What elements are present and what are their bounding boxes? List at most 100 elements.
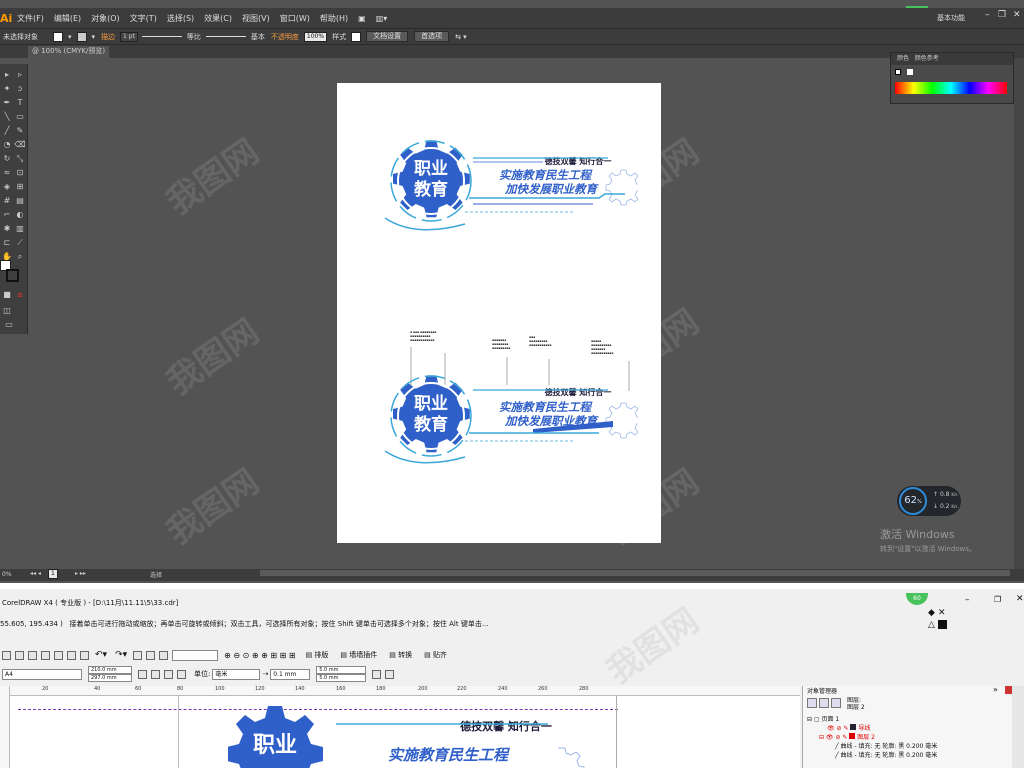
perspective-grid-icon[interactable]: ⊞ [14, 182, 26, 192]
outline-color-icon[interactable] [938, 620, 947, 629]
opacity-label[interactable]: 不透明度 [268, 32, 302, 42]
current-page-icon[interactable] [177, 669, 186, 679]
snap-button[interactable]: ▤ 贴齐 [424, 650, 447, 660]
menu-object[interactable]: 对象(O) [86, 13, 125, 24]
color-spectrum[interactable] [895, 82, 1007, 94]
basic-label[interactable]: 基本 [248, 32, 268, 42]
landscape-icon[interactable] [151, 669, 160, 679]
rotate-tool-icon[interactable]: ↻ [1, 154, 13, 164]
menu-view[interactable]: 视图(V) [237, 13, 275, 24]
print-icon[interactable] [41, 650, 50, 660]
page-nav-icon[interactable]: ◂◂ ◂ [30, 570, 41, 577]
minimize-icon[interactable]: – [985, 10, 990, 20]
stroke-label[interactable]: 描边 [98, 32, 118, 42]
warp-tool-icon[interactable]: ≈ [1, 168, 13, 178]
tab-color-guide[interactable]: 颜色参考 [915, 55, 939, 62]
performance-widget[interactable]: 62% ↑ 0.8 K/s ↓ 0.2 K/s [897, 486, 961, 516]
draw-mode-icon[interactable]: ◫ [1, 306, 13, 316]
more-options-icon[interactable]: ⇆ ▾ [452, 33, 470, 41]
eraser-icon[interactable]: ⌫ [14, 140, 26, 150]
save-icon[interactable] [28, 650, 37, 660]
artboard[interactable]: 职业 教育 德技双馨 知行合一 实施教育民生工程 加快发展职业教育 ▪ ▪▪▪ … [337, 83, 661, 543]
mesh-tool-icon[interactable]: # [1, 196, 13, 206]
import-icon[interactable] [133, 650, 143, 660]
stroke-swatch[interactable] [76, 31, 87, 42]
stroke-indicator-icon[interactable] [907, 69, 913, 75]
all-pages-icon[interactable] [164, 669, 173, 679]
logo-graphic-bottom[interactable]: 职业 教育 德技双馨 知行合一 实施教育民生工程 加快发展职业教育 [373, 371, 638, 471]
paste-icon[interactable] [80, 650, 89, 660]
type-tool-icon[interactable]: T [14, 98, 26, 108]
no-fill-icon[interactable]: ✕ [938, 608, 946, 618]
wall-plugin-button[interactable]: ▤ 墙墙插件 [340, 650, 377, 660]
vertical-ruler[interactable] [0, 686, 10, 768]
logo-graphic-top[interactable]: 职业 教育 德技双馨 知行合一 实施教育民生工程 加快发展职业教育 [373, 136, 638, 236]
logo-graphic-corel[interactable]: 职业 德技双馨 知行合一 实施教育民生工程 [228, 702, 588, 768]
blob-brush-icon[interactable]: ◔ [1, 140, 13, 150]
menu-type[interactable]: 文字(T) [125, 13, 162, 24]
layer-2-node[interactable]: ⊟ 👁 ⊘ ✎ 图层 2 [819, 732, 875, 741]
scale-tool-icon[interactable]: ⤡ [14, 154, 26, 164]
lasso-icon[interactable]: ↄ [14, 84, 26, 94]
eyedropper-icon[interactable]: ⌐ [1, 210, 13, 220]
outline-pen-icon[interactable]: △ [928, 620, 935, 630]
free-transform-icon[interactable]: ⊡ [14, 168, 26, 178]
restore-icon[interactable]: ❐ [994, 595, 1001, 604]
undo-icon[interactable]: ↶▾ [95, 650, 107, 660]
magic-wand-icon[interactable]: ✦ [1, 84, 13, 94]
duplicate-y-input[interactable]: 5.0 mm [316, 674, 367, 682]
document-tab[interactable]: @ 100% (CMYK/预览) [28, 46, 110, 58]
page-width-input[interactable]: 210.0 mm [88, 666, 132, 674]
selection-tool-icon[interactable]: ▸ [1, 70, 13, 80]
menu-file[interactable]: 文件(F) [12, 13, 49, 24]
cut-icon[interactable] [54, 650, 63, 660]
units-dropdown[interactable]: 毫米 [212, 668, 261, 680]
rectangle-tool-icon[interactable]: ▭ [14, 112, 26, 122]
restore-icon[interactable]: ❐ [998, 10, 1006, 20]
brush-definition[interactable] [205, 36, 246, 37]
menu-edit[interactable]: 编辑(E) [49, 13, 86, 24]
uniform-label[interactable]: 等比 [184, 32, 204, 42]
close-icon[interactable]: ✕ [1013, 10, 1021, 20]
treat-as-filled-icon[interactable] [372, 669, 382, 679]
convert-button[interactable]: ▤ 转换 [389, 650, 412, 660]
shape-builder-icon[interactable]: ◈ [1, 182, 13, 192]
guides-layer-node[interactable]: 👁 ⊘ ✎ 导线 [827, 723, 870, 732]
show-properties-icon[interactable] [807, 698, 817, 708]
arrange-button[interactable]: ▤ 排版 [306, 650, 329, 660]
stroke-color-icon[interactable] [6, 269, 19, 282]
zoom-tool-icon[interactable]: ⌕ [14, 252, 26, 262]
direct-select-tool-icon[interactable]: ▹ [14, 70, 26, 80]
copy-icon[interactable] [67, 650, 76, 660]
opacity-input[interactable]: 100% [303, 31, 328, 42]
artboard-tool-icon[interactable]: ⊏ [1, 238, 13, 248]
slice-tool-icon[interactable]: ⟋ [14, 238, 26, 248]
options-icon[interactable] [385, 669, 395, 679]
screen-mode-icon[interactable]: ▭ [3, 320, 15, 330]
panel-tabs[interactable] [1012, 686, 1024, 768]
close-icon[interactable]: ✕ [1016, 594, 1024, 604]
page-height-input[interactable]: 297.0 mm [88, 674, 132, 682]
workspace-switcher[interactable]: 基本功能 [937, 13, 965, 23]
blend-tool-icon[interactable]: ◐ [14, 210, 26, 220]
horizontal-scrollbar[interactable] [260, 570, 1010, 576]
page-size-dropdown[interactable]: A4 [2, 668, 82, 680]
minimize-icon[interactable]: – [965, 595, 970, 605]
bridge-icon[interactable]: ▣ [353, 14, 371, 23]
menu-effect[interactable]: 效果(C) [199, 13, 237, 24]
stroke-weight-input[interactable]: 1 pt [120, 31, 138, 42]
menu-window[interactable]: 窗口(W) [275, 13, 315, 24]
portrait-icon[interactable] [138, 669, 147, 679]
curve-object-1[interactable]: ╱ 曲线 - 填充: 无 轮廓: 黑 0.200 毫米 [835, 741, 937, 750]
drawing-canvas[interactable]: 职业 德技双馨 知行合一 实施教育民生工程 [10, 696, 800, 768]
launcher-icon[interactable] [159, 650, 169, 660]
variable-width-profile[interactable] [141, 36, 182, 37]
color-mode-icon[interactable]: ■ [1, 290, 13, 300]
page-number[interactable]: 1 [48, 569, 58, 579]
menu-select[interactable]: 选择(S) [162, 13, 199, 24]
preferences-button[interactable]: 首选项 [414, 31, 450, 42]
vertical-scrollbar[interactable] [1014, 58, 1024, 569]
fill-tool-icon[interactable]: ◆ [928, 608, 935, 618]
line-tool-icon[interactable]: ╲ [1, 112, 13, 122]
edit-across-layers-icon[interactable] [819, 698, 829, 708]
